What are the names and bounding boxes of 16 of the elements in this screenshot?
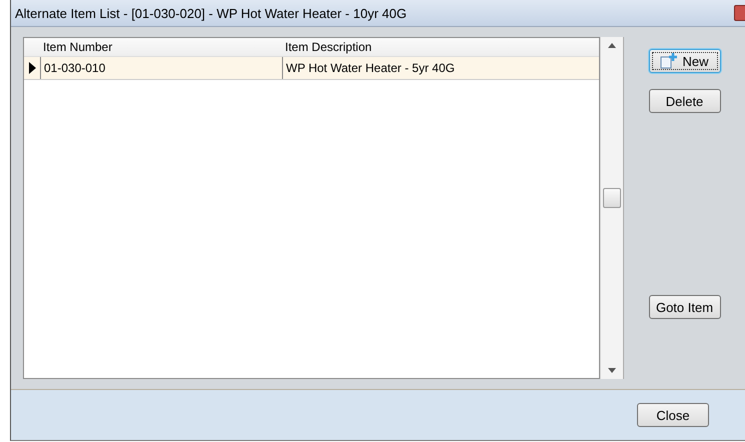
table-row[interactable]: 01-030-010 WP Hot Water Heater - 5yr 40G bbox=[24, 57, 599, 80]
scroll-thumb[interactable] bbox=[603, 188, 621, 208]
action-button[interactable]: Goto Item bbox=[648, 295, 720, 319]
new-document-icon bbox=[660, 53, 678, 69]
table-cell: 01-030-010 bbox=[40, 57, 282, 79]
row-pointer-icon bbox=[28, 62, 36, 74]
close-button[interactable]: Close bbox=[637, 403, 709, 427]
scroll-up-icon[interactable] bbox=[608, 43, 616, 48]
column-header[interactable]: Item Description bbox=[282, 38, 602, 56]
window-title: Alternate Item List - [01-030-020] - WP Hot Water Heater - 10yr 40G bbox=[14, 6, 407, 20]
action-button[interactable]: Delete bbox=[648, 89, 720, 113]
close-icon[interactable] bbox=[734, 5, 745, 21]
scrollbar[interactable] bbox=[600, 37, 624, 379]
scroll-down-icon[interactable] bbox=[608, 368, 616, 373]
new-button[interactable]: New bbox=[648, 49, 720, 73]
column-header[interactable]: Item Number bbox=[40, 38, 282, 56]
